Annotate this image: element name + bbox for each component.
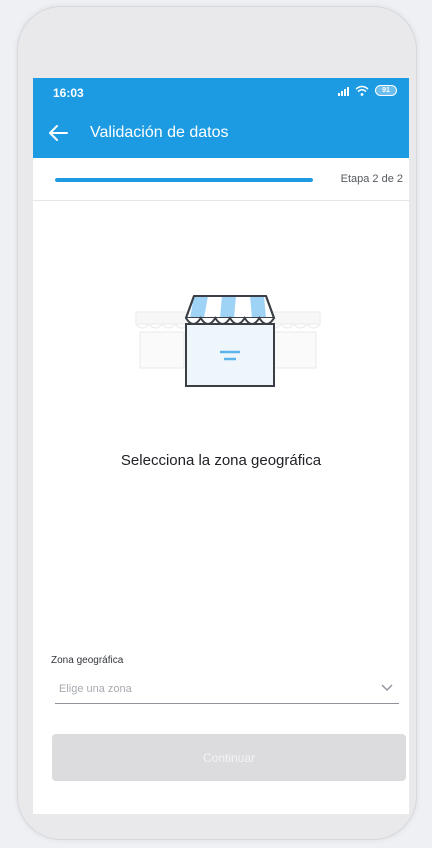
signal-icon: [338, 86, 349, 96]
zone-field-label: Zona geográfica: [51, 655, 124, 666]
continue-button[interactable]: Continuar: [52, 734, 406, 781]
app-screen: 16:03 91 Validación de datos Etapa 2 de …: [33, 78, 409, 814]
progress-section: Etapa 2 de 2: [33, 158, 409, 201]
zone-select-placeholder: Elige una zona: [59, 683, 132, 695]
progress-fill: [55, 178, 313, 182]
status-bar: 16:03 91: [33, 78, 409, 108]
step-label: Etapa 2 de 2: [340, 173, 403, 185]
arrow-left-icon[interactable]: [47, 123, 69, 143]
storefront-icon: [135, 295, 321, 387]
status-icons: 91: [338, 85, 397, 96]
page-title: Validación de datos: [90, 124, 229, 141]
section-heading: Selecciona la zona geográfica: [120, 452, 322, 469]
zone-select[interactable]: Elige una zona: [55, 676, 399, 704]
battery-icon: 91: [375, 85, 397, 96]
app-bar: Validación de datos: [33, 108, 409, 158]
wifi-icon: [355, 85, 369, 96]
progress-track: [55, 178, 313, 182]
chevron-down-icon: [381, 684, 393, 691]
status-time: 16:03: [53, 86, 84, 100]
